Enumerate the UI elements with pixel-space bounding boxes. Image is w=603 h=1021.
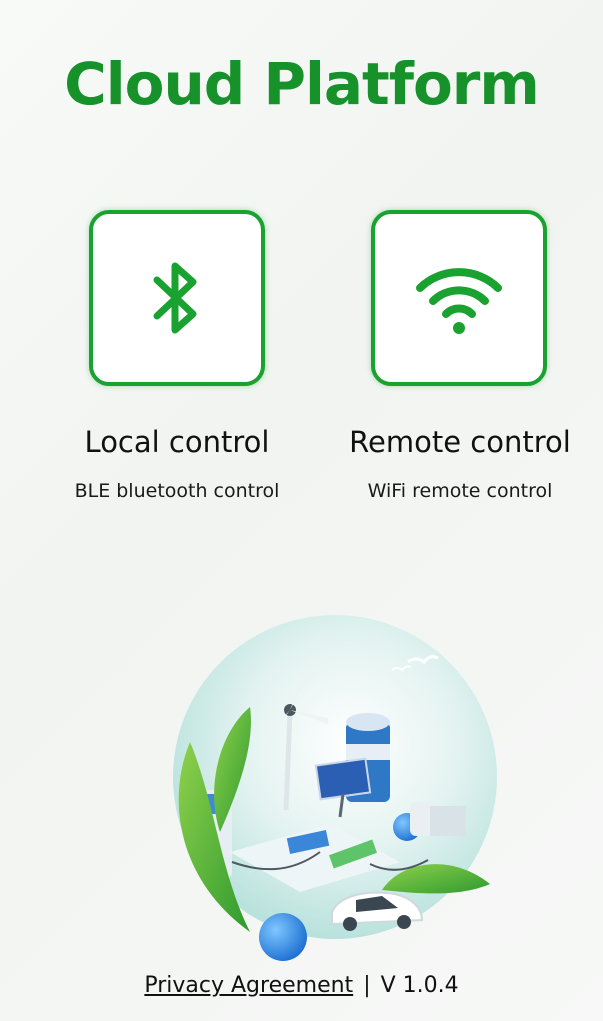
privacy-agreement-link[interactable]: Privacy Agreement (144, 973, 353, 998)
local-control-label: Local control (84, 425, 270, 459)
remote-control-subtitle: WiFi remote control (367, 480, 553, 502)
smart-energy-illustration (173, 615, 497, 961)
remote-control-button[interactable] (371, 210, 547, 386)
app-screen: Cloud Platform Local control BLE bluetoo… (0, 0, 603, 1021)
footer: Privacy Agreement | V 1.0.4 (0, 973, 603, 998)
bluetooth-icon (153, 262, 197, 334)
wifi-icon (416, 268, 502, 334)
remote-control-label: Remote control (349, 425, 571, 459)
app-version: V 1.0.4 (380, 973, 459, 998)
local-control-button[interactable] (89, 210, 265, 386)
local-control-subtitle: BLE bluetooth control (74, 480, 280, 502)
page-title: Cloud Platform (64, 50, 540, 118)
footer-separator: | (363, 973, 371, 998)
